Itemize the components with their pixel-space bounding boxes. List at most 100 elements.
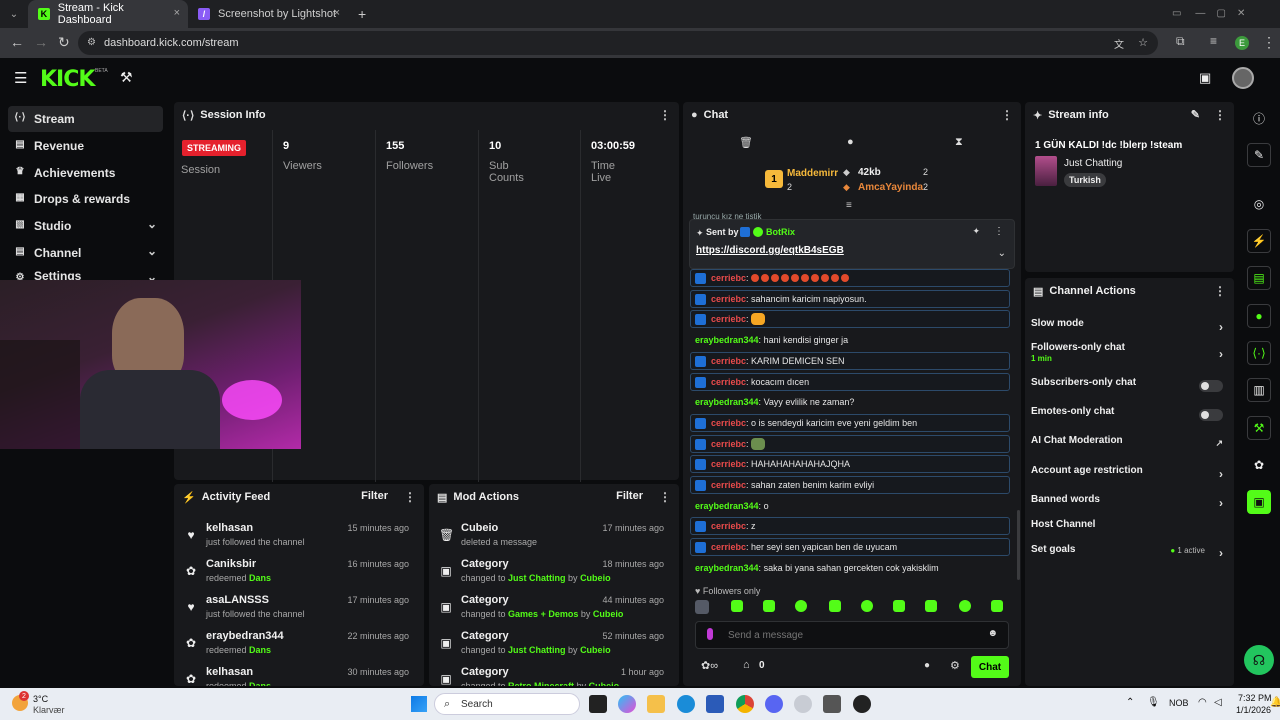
activity-user[interactable]: Caniksbir [206,558,256,570]
chat-username[interactable]: cerriebc [711,480,746,490]
leaderboard-name[interactable]: Maddemirr [787,168,838,179]
chat-username[interactable]: cerriebc [711,377,746,387]
pinned-link[interactable]: https://discord.gg/eqtkB4sEGB [696,245,844,256]
obs-icon[interactable] [853,695,871,713]
chat-message-input[interactable] [728,627,968,643]
activity-user[interactable]: eraybedran344 [206,630,284,642]
edge-icon[interactable] [677,695,695,713]
hamburger-menu-icon[interactable]: ☰ [14,69,27,87]
new-tab-button[interactable]: + [358,6,366,22]
back-icon[interactable]: ← [10,34,24,50]
app-icon[interactable] [794,695,812,713]
more-options-icon[interactable]: ⋮ [404,490,416,504]
tab-search-icon[interactable]: ⌄ [0,0,28,28]
profile-avatar[interactable]: E [1235,36,1249,50]
sidebar-item-achievements[interactable]: ♛ Achievements [8,160,163,186]
mod-action-category[interactable]: Just Chatting [508,645,566,655]
subscribers-only-toggle[interactable] [1199,380,1223,392]
tools-icon[interactable]: ⚒ [120,69,133,86]
emote-icon[interactable] [893,600,905,612]
forward-icon[interactable]: → [34,34,48,50]
emote-icon[interactable] [959,600,971,612]
taskbar-search[interactable]: ⌕ Search [434,693,580,715]
tray-chevron-icon[interactable]: ⌃ [1126,697,1134,708]
more-options-icon[interactable]: ⋮ [1214,108,1226,122]
chat-username[interactable]: cerriebc [711,273,746,283]
chat-input-box[interactable]: ☻ [695,621,1009,649]
filter-button[interactable]: Filter [616,490,643,502]
chat-username[interactable]: cerriebc [711,314,746,324]
banned-words-row[interactable]: Banned words › [1031,494,1231,514]
more-options-icon[interactable]: ⋮ [659,108,671,122]
microphone-icon[interactable]: 🎙 [1147,697,1160,708]
slow-mode-row[interactable]: Slow mode › [1031,318,1231,338]
sidebar-item-drops[interactable]: ▦ Drops & rewards [8,186,163,212]
copilot-icon[interactable] [618,695,636,713]
emote-icon[interactable] [795,600,807,612]
chat-username[interactable]: cerriebc [711,439,746,449]
chat-username[interactable]: eraybedran344 [695,397,759,407]
windows-start-icon[interactable] [411,696,427,712]
browser-menu-icon[interactable]: ⋮ [1262,34,1276,51]
app-icon[interactable]: ▣ [1247,490,1271,514]
wifi-icon[interactable]: ◠ [1198,697,1207,708]
activity-user[interactable]: asaLANSSS [206,594,269,606]
chat-username[interactable]: cerriebc [711,294,746,304]
language-indicator[interactable]: NOB [1169,698,1189,708]
translate-icon[interactable]: 文 [1114,36,1124,51]
mod-action-category[interactable]: Retro Minecraft [508,681,574,686]
theater-icon[interactable]: ▣ [1199,70,1211,86]
chat-username[interactable]: eraybedran344 [695,501,759,511]
address-bar[interactable]: ⚙ dashboard.kick.com/stream ☆ 文 [78,31,1158,55]
chat-username[interactable]: cerriebc [711,418,746,428]
unpin-icon[interactable]: ✦ [972,226,980,237]
chat-icon[interactable]: ● [847,136,854,148]
task-view-icon[interactable] [589,695,607,713]
user-avatar[interactable] [1232,67,1254,89]
close-tab-icon[interactable]: × [174,7,180,19]
mod-action-user[interactable]: Cubeio [580,645,611,655]
chrome-icon[interactable] [736,695,754,713]
emote-icon[interactable] [695,600,709,614]
extensions-icon[interactable]: ⧉ [1176,34,1185,49]
chat-username[interactable]: cerriebc [711,459,746,469]
kick-logo[interactable]: KICK [40,67,95,92]
sidebar-item-studio[interactable]: ▧ Studio ⌄ [8,213,163,239]
activity-user[interactable]: kelhasan [206,666,253,678]
more-options-icon[interactable]: ⋮ [1001,108,1013,122]
tab-kick-dashboard[interactable]: K Stream - Kick Dashboard × [28,0,188,28]
document-icon[interactable]: ▤ [1247,266,1271,290]
set-goals-row[interactable]: Set goals ● 1 active › [1031,544,1231,564]
notification-bell-icon[interactable]: 🔔 [1270,697,1280,708]
tab-lightshot[interactable]: / Screenshot by Lightshot × [188,0,348,28]
sidebar-item-stream[interactable]: ⟨·⟩ Stream [8,106,163,132]
chat-scrollbar[interactable] [1017,510,1020,580]
collapse-icon[interactable]: ≡ [846,200,852,211]
chat-username[interactable]: cerriebc [711,542,746,552]
chat-username[interactable]: eraybedran344 [695,335,759,345]
file-explorer-icon[interactable] [647,695,665,713]
filter-button[interactable]: Filter [361,490,388,502]
lightning-icon[interactable]: ⚡ [1247,229,1271,253]
emote-icon[interactable] [763,600,775,612]
chat-username[interactable]: cerriebc [711,356,746,366]
category-name[interactable]: Just Chatting [1064,158,1122,169]
ai-moderation-row[interactable]: AI Chat Moderation ↗ [1031,435,1231,455]
host-channel-row[interactable]: Host Channel [1031,519,1231,539]
layout-icon[interactable]: ▥ [1247,378,1271,402]
close-tab-icon[interactable]: × [334,7,340,19]
capture-icon[interactable]: ◎ [1247,192,1271,216]
sidebar-item-channel[interactable]: ▤ Channel ⌄ [8,240,163,266]
gear-icon[interactable]: ⚙ [950,659,960,672]
points-icon[interactable]: ✿ [1247,453,1271,477]
microphone-icon[interactable] [707,628,713,640]
edit-icon[interactable]: ✎ [1247,143,1271,167]
mod-action-user[interactable]: Cubeio [580,573,611,583]
emoji-icon[interactable]: ☻ [987,628,998,639]
activity-user[interactable]: kelhasan [206,522,253,534]
trash-icon[interactable]: 🗑 [739,136,753,149]
send-chat-button[interactable]: Chat [971,656,1009,678]
account-age-row[interactable]: Account age restriction › [1031,465,1231,485]
info-icon[interactable]: ⓘ [1247,106,1271,130]
mod-action-user[interactable]: Cubeio [593,609,624,619]
